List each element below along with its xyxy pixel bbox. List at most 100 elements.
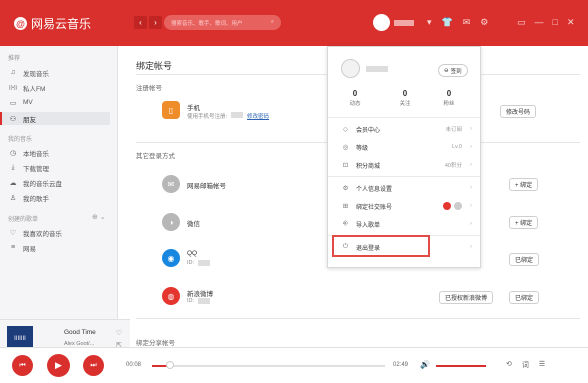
stat-following[interactable]: 0 关注	[390, 89, 420, 107]
dropdown-caret-icon[interactable]: ▾	[427, 17, 432, 28]
stat-activity[interactable]: 0 动态	[340, 89, 370, 107]
maximize-icon[interactable]: □	[553, 17, 558, 28]
nav-arrows: ‹ ›	[134, 16, 162, 29]
chevron-right-icon: ›	[470, 221, 472, 227]
weibo-bound-button[interactable]: 已绑定	[509, 291, 540, 304]
settings-icon[interactable]: ⚙	[480, 17, 488, 28]
divider	[136, 318, 580, 319]
bind-email-button[interactable]: + 绑定	[509, 178, 539, 191]
chevron-right-icon: ›	[470, 203, 472, 209]
social-badges	[443, 202, 462, 210]
weibo-label: 新浪微博	[187, 291, 213, 298]
sidebar-item-label: 朋友	[23, 116, 36, 124]
sidebar-item-cloud[interactable]: ☁ 我的音乐云盘	[8, 176, 118, 189]
menu-bind-social[interactable]: ⊞ 绑定社交账号 ›	[328, 197, 480, 215]
stat-followers[interactable]: 0 粉丝	[434, 89, 464, 107]
weibo-id: ID:	[187, 298, 211, 304]
menu-level[interactable]: ◎ 等级 Lv.0 ›	[328, 138, 480, 156]
menu-value: Lv.0	[452, 144, 462, 150]
volume-icon[interactable]: 🔊	[420, 360, 430, 369]
menu-value: 未订阅	[445, 127, 462, 133]
diamond-icon: ◇	[343, 126, 348, 133]
loop-icon[interactable]: ⟲	[506, 360, 512, 370]
sidebar-item-local[interactable]: ◷ 本地音乐	[8, 146, 118, 159]
add-playlist-icon[interactable]: ⊕ ⌄	[92, 213, 106, 221]
change-number-button[interactable]: 修改号码	[500, 105, 537, 118]
section-my-music: 我的音乐	[8, 137, 33, 143]
wechat-icon: ◑	[162, 213, 180, 231]
signin-button[interactable]: ⊖ 签到	[438, 64, 468, 77]
clock-icon: ◷	[9, 149, 17, 157]
section-created-playlists: 创建的歌单	[8, 217, 39, 223]
sidebar-item-discover[interactable]: ♫ 发现音乐	[8, 66, 118, 79]
phone-number-redacted	[231, 112, 244, 118]
menu-profile-settings[interactable]: ⚙ 个人信息设置 ›	[328, 179, 480, 197]
download-icon: ⤓	[11, 163, 15, 171]
logout-highlight-box	[332, 235, 430, 257]
qq-bound-button[interactable]: 已绑定	[509, 253, 540, 266]
app-logo[interactable]: @ 网易云音乐	[14, 15, 91, 32]
section-share: 绑定分享帐号	[136, 340, 175, 347]
chevron-right-icon: ›	[470, 144, 472, 150]
close-icon[interactable]: ✕	[567, 17, 575, 28]
lyrics-icon[interactable]: 词	[522, 360, 529, 370]
chevron-right-icon: ›	[470, 244, 472, 250]
progress-knob[interactable]	[166, 361, 174, 369]
mail-icon[interactable]: ✉	[463, 17, 471, 28]
next-button[interactable]: ⏭	[83, 355, 104, 376]
sidebar-item-downloads[interactable]: ⤓ 下载管理	[8, 161, 118, 174]
bind-wechat-button[interactable]: + 绑定	[509, 216, 539, 229]
stat-value: 0	[446, 89, 452, 98]
progress-bar[interactable]	[152, 365, 385, 367]
menu-points-mall[interactable]: ⊡ 积分商城 40积分 ›	[328, 156, 480, 174]
total-time: 02:49	[393, 362, 409, 368]
qq-id-label: ID:	[187, 260, 195, 266]
signin-label: 签到	[450, 68, 462, 75]
menu-label: 积分商城	[356, 163, 381, 170]
weibo-authorized-button[interactable]: 已授权新浪微博	[439, 291, 494, 304]
cart-icon: ⊡	[342, 162, 349, 169]
qq-id: ID:	[187, 260, 211, 266]
search-icon[interactable]: ⌕	[271, 19, 274, 26]
minimize-icon[interactable]: —	[535, 17, 544, 28]
email-icon: ✉	[162, 175, 180, 193]
menu-import-playlist[interactable]: ⎆ 导入歌单 ›	[328, 215, 480, 233]
sidebar-item-fm[interactable]: ((•)) 私人FM	[8, 81, 118, 94]
play-button[interactable]: ▶	[47, 354, 70, 377]
user-avatar[interactable]	[373, 14, 390, 31]
qq-badge-icon	[454, 202, 462, 210]
search-input[interactable]: 搜索音乐、歌手、歌词、用户 ⌕	[164, 15, 281, 30]
search-placeholder: 搜索音乐、歌手、歌词、用户	[171, 20, 243, 27]
qq-id-redacted	[198, 260, 211, 266]
sidebar-item-friends[interactable]: ⚇ 朋友	[0, 112, 110, 125]
menu-vip-center[interactable]: ◇ 会员中心 未订阅 ›	[328, 120, 480, 138]
qq-icon: ◉	[162, 249, 180, 267]
sidebar-item-label: 本地音乐	[23, 150, 49, 158]
section-recommend: 推荐	[8, 56, 21, 62]
prev-button[interactable]: ⏮	[12, 355, 33, 376]
sidebar-item-playlist[interactable]: ≡ 网易	[8, 241, 118, 254]
skin-icon[interactable]: 👕	[442, 17, 453, 28]
divider	[328, 117, 480, 118]
mini-mode-icon[interactable]: ▭	[517, 17, 526, 28]
friends-icon: ⚇	[9, 115, 17, 123]
sidebar-item-liked[interactable]: ♡ 我喜欢的音乐	[8, 226, 118, 239]
app-name: 网易云音乐	[31, 17, 92, 31]
user-name-redacted[interactable]	[394, 20, 414, 26]
song-title: Good Time	[64, 329, 96, 336]
window-controls: ▭ — □ ✕	[517, 17, 575, 28]
like-icon[interactable]: ♡	[116, 328, 122, 340]
email-label: 网易邮箱帐号	[187, 183, 226, 190]
change-password-link[interactable]: 修改密码	[247, 112, 269, 120]
sidebar-item-mv[interactable]: ▭ MV	[8, 96, 118, 109]
sidebar-item-label: 私人FM	[23, 85, 46, 93]
qq-label: QQ	[187, 250, 198, 257]
playlist-icon[interactable]: ☰	[539, 360, 545, 370]
back-button[interactable]: ‹	[134, 16, 147, 29]
forward-button[interactable]: ›	[149, 16, 162, 29]
top-bar: @ 网易云音乐 ‹ › 搜索音乐、歌手、歌词、用户 ⌕ ▾ 👕 ✉ ⚙ ▭ — …	[0, 0, 588, 46]
volume-bar[interactable]	[436, 365, 486, 367]
dropdown-avatar[interactable]	[341, 59, 360, 78]
sidebar-item-artists[interactable]: ♙ 我的歌手	[8, 191, 118, 204]
artist-icon: ♙	[9, 194, 17, 202]
